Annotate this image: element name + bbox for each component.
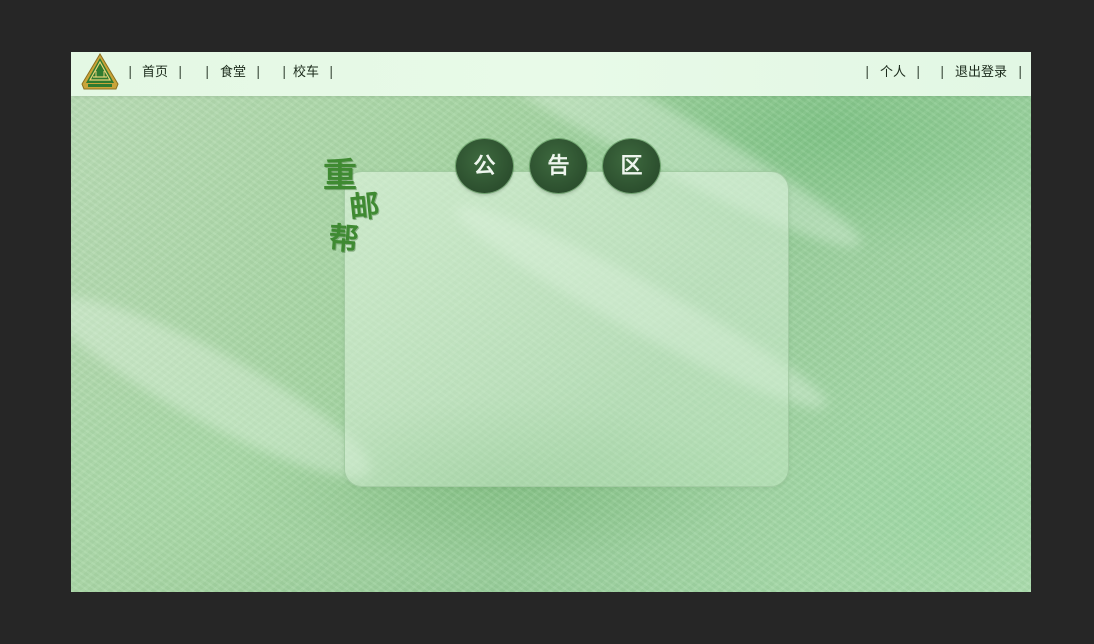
nav-profile-link[interactable]: 个人 bbox=[880, 52, 906, 96]
nav-separator: | bbox=[916, 65, 921, 80]
background-streak bbox=[71, 271, 387, 503]
nav-separator: | bbox=[178, 65, 183, 80]
nav-separator: | bbox=[329, 65, 334, 80]
top-navbar: | 首页 | | 食堂 | | 校车 | | 个人 | | 退出登录 | bbox=[71, 52, 1031, 96]
announcement-title-char: 公 bbox=[456, 139, 513, 193]
university-emblem-icon[interactable] bbox=[80, 53, 120, 93]
nav-logout-link[interactable]: 退出登录 bbox=[955, 52, 1007, 96]
announcement-title-char: 告 bbox=[530, 139, 587, 193]
nav-separator: | bbox=[205, 65, 210, 80]
nav-bus-link[interactable]: 校车 bbox=[293, 52, 319, 96]
nav-canteen-link[interactable]: 食堂 bbox=[220, 52, 246, 96]
announcement-panel bbox=[344, 171, 789, 487]
nav-separator: | bbox=[282, 65, 287, 80]
nav-separator: | bbox=[1018, 65, 1023, 80]
nav-separator: | bbox=[256, 65, 261, 80]
nav-home-link[interactable]: 首页 bbox=[142, 52, 168, 96]
nav-separator: | bbox=[865, 65, 870, 80]
nav-separator: | bbox=[940, 65, 945, 80]
page-canvas: | 首页 | | 食堂 | | 校车 | | 个人 | | 退出登录 | 重 邮… bbox=[71, 52, 1031, 592]
nav-separator: | bbox=[128, 65, 133, 80]
brand-calligraphy: 重 邮 帮 bbox=[319, 144, 399, 274]
announcement-title-char: 区 bbox=[603, 139, 660, 193]
brand-char: 帮 bbox=[327, 220, 360, 258]
